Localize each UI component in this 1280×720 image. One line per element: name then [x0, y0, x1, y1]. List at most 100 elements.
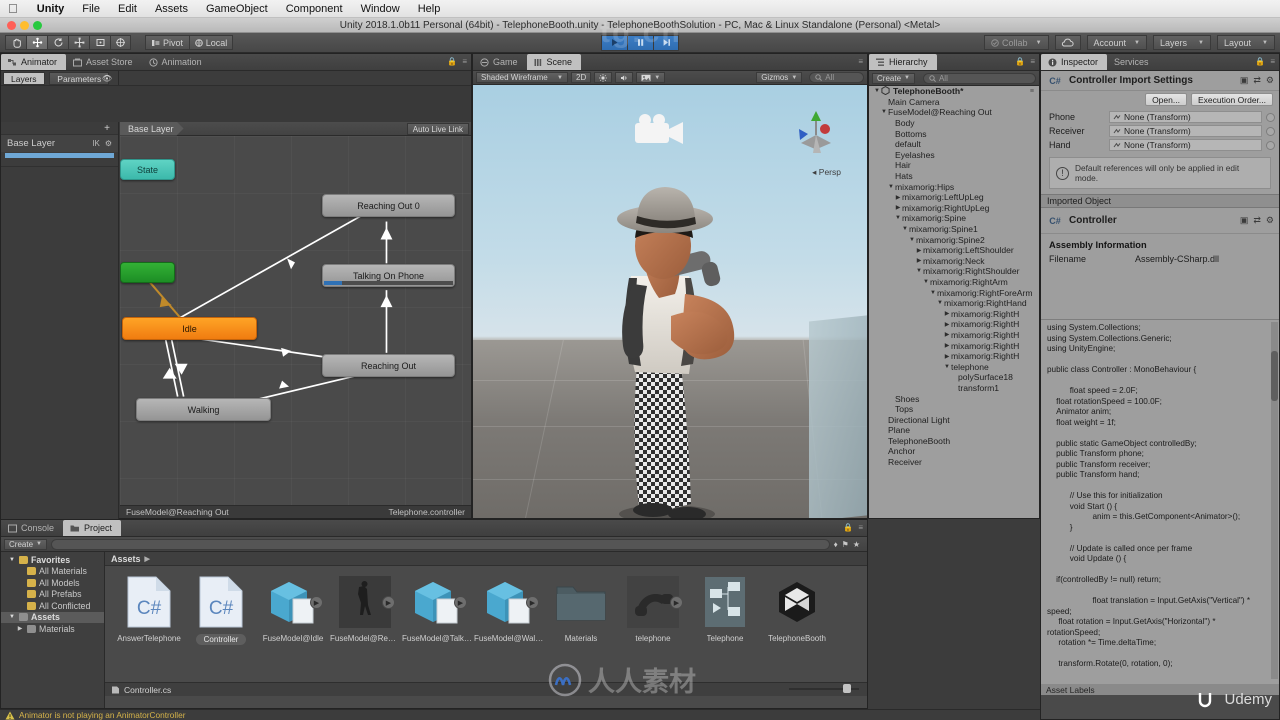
project-panel-options[interactable]: 🔒 ≡ — [843, 523, 863, 532]
hierarchy-search-input[interactable]: All — [922, 72, 1036, 84]
project-tree-item[interactable]: All Prefabs — [1, 589, 104, 601]
object-picker-button[interactable] — [1266, 140, 1275, 150]
hierarchy-item[interactable]: default — [869, 139, 1039, 150]
account-button[interactable]: Account ▼ — [1086, 35, 1147, 50]
hierarchy-item[interactable]: ▶ mixamorig:LeftUpLeg — [869, 192, 1039, 203]
project-tree-item[interactable]: All Conflicted — [1, 600, 104, 612]
asset-preview-play-badge[interactable]: ▶ — [310, 596, 323, 609]
pivot-toggle-button[interactable]: Pivot — [145, 35, 189, 50]
chevron-right-icon[interactable]: ▶ — [943, 321, 951, 328]
project-tree-item[interactable]: ▼ Assets — [1, 611, 104, 623]
panel-menu-icon[interactable]: ≡ — [858, 523, 863, 532]
script-preview[interactable]: using System.Collections; using System.C… — [1041, 319, 1279, 681]
eye-icon[interactable]: 👁 — [102, 74, 112, 83]
preset-icon[interactable]: ▣ — [1240, 215, 1249, 226]
tab-project[interactable]: Project — [63, 520, 122, 536]
tab-asset-store[interactable]: Asset Store — [66, 54, 142, 70]
chevron-right-icon[interactable]: ▶ — [915, 257, 923, 264]
chevron-right-icon[interactable]: ▶ — [943, 331, 951, 338]
menu-unity[interactable]: Unity — [28, 0, 74, 18]
status-bar[interactable]: Animator is not playing an AnimatorContr… — [0, 709, 1040, 720]
hierarchy-item[interactable]: ▼ mixamorig:Spine1 — [869, 224, 1039, 235]
hierarchy-item[interactable]: Hats — [869, 171, 1039, 182]
animator-state-node[interactable]: Reaching Out 0 — [322, 194, 455, 217]
animator-state-node[interactable]: Talking On Phone — [322, 264, 455, 287]
preset-icon[interactable]: ▣ — [1240, 75, 1249, 86]
hierarchy-item[interactable]: Eyelashes — [869, 150, 1039, 161]
sliders-icon[interactable]: ⇄ — [1253, 75, 1261, 86]
collab-button[interactable]: Collab ▼ — [984, 35, 1049, 50]
asset-size-slider[interactable] — [789, 684, 859, 694]
breadcrumb-base-layer[interactable]: Base Layer — [120, 122, 184, 136]
panel-menu-icon[interactable]: ≡ — [462, 57, 467, 66]
hierarchy-item[interactable]: ▶ mixamorig:LeftShoulder — [869, 245, 1039, 256]
hierarchy-item[interactable]: Directional Light — [869, 414, 1039, 425]
tab-animation[interactable]: Animation — [142, 54, 211, 70]
scale-tool-button[interactable] — [68, 35, 89, 50]
search-by-label-icon[interactable]: ⚑ — [842, 540, 849, 549]
gear-icon[interactable]: ⚙ — [1266, 215, 1274, 226]
chevron-down-icon[interactable]: ▼ — [915, 268, 923, 274]
project-breadcrumb-assets[interactable]: Assets — [111, 554, 141, 564]
hierarchy-item[interactable]: Hair — [869, 160, 1039, 171]
hierarchy-item[interactable]: ▼ mixamorig:Spine — [869, 213, 1039, 224]
chevron-down-icon[interactable]: ▼ — [936, 300, 944, 306]
hierarchy-item[interactable]: ▶ mixamorig:RightH — [869, 330, 1039, 341]
chevron-right-icon[interactable]: ▶ — [16, 625, 24, 632]
subtab-layers[interactable]: Layers — [3, 72, 45, 85]
hierarchy-scene-menu-icon[interactable]: ≡ — [1030, 88, 1039, 95]
panel-menu-icon[interactable]: ≡ — [858, 57, 863, 66]
layer-item-base[interactable]: Base Layer IK ⚙ — [1, 135, 118, 152]
hierarchy-panel-options[interactable]: 🔒 ≡ — [1015, 57, 1035, 66]
panel-options[interactable]: 🔒 ≡ — [447, 57, 467, 66]
animator-state-node[interactable]: Idle — [122, 317, 257, 340]
subtab-parameters[interactable]: Parameters — [49, 72, 110, 85]
lock-icon[interactable]: 🔒 — [1015, 57, 1025, 66]
hand-tool-button[interactable] — [5, 35, 26, 50]
hierarchy-tree[interactable]: ▼ TelephoneBooth* ≡ Main Camera ▼ FuseModel@R… — [869, 86, 1039, 518]
scene-audio-toggle[interactable] — [615, 72, 634, 83]
animator-state-node[interactable]: Reaching Out — [322, 354, 455, 377]
hierarchy-item[interactable]: ▼ mixamorig:RightForeArm — [869, 287, 1039, 298]
chevron-right-icon[interactable]: ▶ — [943, 342, 951, 349]
asset-item[interactable]: Materials — [545, 574, 617, 682]
add-layer-button[interactable]: + — [104, 123, 110, 134]
menu-assets[interactable]: Assets — [146, 0, 197, 18]
move-tool-button[interactable] — [26, 35, 47, 50]
hierarchy-item[interactable]: ▼ FuseModel@Reaching Out — [869, 107, 1039, 118]
gear-icon[interactable]: ⚙ — [1266, 75, 1274, 86]
hierarchy-item[interactable]: Bottoms — [869, 128, 1039, 139]
chevron-right-icon[interactable]: ▶ — [894, 204, 902, 211]
tab-console[interactable]: Console — [1, 520, 63, 536]
auto-live-link-button[interactable]: Auto Live Link — [406, 123, 469, 135]
object-reference-field[interactable]: None (Transform) — [1109, 111, 1262, 123]
hierarchy-item[interactable]: transform1 — [869, 383, 1039, 394]
transform-tool-button[interactable] — [110, 35, 131, 50]
panel-menu-icon[interactable]: ≡ — [1030, 57, 1035, 66]
hierarchy-item[interactable]: ▼ mixamorig:RightShoulder — [869, 266, 1039, 277]
chevron-down-icon[interactable]: ▼ — [943, 364, 951, 370]
project-folder-tree[interactable]: ▼ Favorites All Materials All Models All Pre… — [1, 552, 105, 708]
chevron-right-icon[interactable]: ▶ — [943, 353, 951, 360]
menu-file[interactable]: File — [73, 0, 109, 18]
scene-fx-toggle[interactable]: ▼ — [636, 72, 666, 83]
project-tree-item[interactable]: ▼ Favorites — [1, 554, 104, 566]
favorite-icon[interactable]: ★ — [853, 540, 860, 549]
asset-item[interactable]: ▶ FuseModel@Idle — [257, 574, 329, 682]
object-picker-button[interactable] — [1266, 126, 1275, 136]
perspective-label[interactable]: ◂ Persp — [812, 167, 841, 178]
inspector-panel-options[interactable]: 🔒 ≡ — [1255, 57, 1275, 66]
state-machine-graph[interactable]: State Idle Walking Reaching Out 0 Talking On… — [120, 136, 471, 505]
layers-button[interactable]: Layers ▼ — [1153, 35, 1211, 50]
scene-panel-options[interactable]: ≡ — [858, 57, 863, 66]
asset-item[interactable]: ▶ telephone — [617, 574, 689, 682]
chevron-right-icon[interactable]: ▶ — [943, 310, 951, 317]
gear-icon[interactable]: ⚙ — [105, 139, 112, 148]
hierarchy-item[interactable]: polySurface18 — [869, 372, 1039, 383]
script-scrollbar[interactable] — [1271, 322, 1278, 679]
hierarchy-item[interactable]: ▶ mixamorig:RightH — [869, 308, 1039, 319]
tab-hierarchy[interactable]: Hierarchy — [869, 54, 937, 70]
2d-toggle-button[interactable]: 2D — [571, 72, 592, 83]
chevron-down-icon[interactable]: ▼ — [887, 184, 895, 190]
hierarchy-item[interactable]: ▼ telephone — [869, 361, 1039, 372]
